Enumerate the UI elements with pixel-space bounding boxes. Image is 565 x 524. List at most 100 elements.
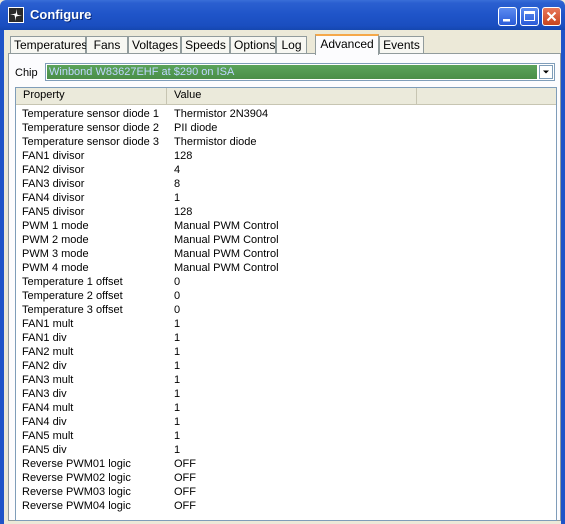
property-cell: FAN3 div — [22, 388, 67, 400]
value-cell: 128 — [174, 206, 193, 218]
list-item[interactable]: FAN5 mult 1 — [16, 429, 556, 443]
list-item[interactable]: FAN4 mult 1 — [16, 401, 556, 415]
list-item[interactable]: FAN3 mult 1 — [16, 373, 556, 387]
tab-advanced[interactable]: Advanced — [315, 34, 379, 55]
window-frame-left — [0, 30, 4, 524]
list-item[interactable]: FAN4 divisor 1 — [16, 191, 556, 205]
list-item[interactable]: FAN3 div 1 — [16, 387, 556, 401]
list-item[interactable]: PWM 4 mode Manual PWM Control — [16, 261, 556, 275]
property-cell: FAN1 divisor — [22, 150, 85, 162]
tab-temperatures[interactable]: Temperatures — [10, 36, 87, 54]
property-cell: FAN3 divisor — [22, 178, 85, 190]
value-cell: OFF — [174, 500, 196, 512]
chip-select[interactable]: Winbond W83627EHF at $290 on ISA — [45, 63, 555, 81]
minimize-icon — [503, 19, 510, 22]
window-frame-right — [561, 30, 565, 524]
dropdown-button[interactable] — [539, 65, 553, 79]
list-item[interactable]: Reverse PWM03 logic OFF — [16, 485, 556, 499]
value-cell: 1 — [174, 346, 181, 358]
value-cell: 1 — [174, 318, 181, 330]
tab-events[interactable]: Events — [379, 36, 424, 54]
close-button[interactable] — [542, 7, 561, 26]
property-cell: FAN2 mult — [22, 346, 74, 358]
property-cell: PWM 4 mode — [22, 262, 89, 274]
tab-fans[interactable]: Fans — [86, 36, 128, 54]
value-cell: 1 — [174, 444, 181, 456]
value-cell: 1 — [174, 402, 181, 414]
list-item[interactable]: FAN2 mult 1 — [16, 345, 556, 359]
list-item[interactable]: Temperature 3 offset 0 — [16, 303, 556, 317]
list-item[interactable]: Reverse PWM01 logic OFF — [16, 457, 556, 471]
list-item[interactable]: FAN4 div 1 — [16, 415, 556, 429]
list-item[interactable]: Reverse PWM02 logic OFF — [16, 471, 556, 485]
property-cell: FAN1 mult — [22, 318, 74, 330]
list-item[interactable]: PWM 1 mode Manual PWM Control — [16, 219, 556, 233]
column-header-empty — [417, 88, 556, 104]
list-item[interactable]: PWM 2 mode Manual PWM Control — [16, 233, 556, 247]
list-item[interactable]: FAN2 div 1 — [16, 359, 556, 373]
list-item[interactable]: Temperature sensor diode 2 PII diode — [16, 121, 556, 135]
tab-speeds[interactable]: Speeds — [181, 36, 230, 54]
property-cell: PWM 3 mode — [22, 248, 89, 260]
value-cell: 1 — [174, 192, 181, 204]
value-cell: 1 — [174, 430, 181, 442]
list-item[interactable]: Temperature 1 offset 0 — [16, 275, 556, 289]
property-cell: Temperature 2 offset — [22, 290, 123, 302]
list-item[interactable]: FAN5 div 1 — [16, 443, 556, 457]
value-cell: Manual PWM Control — [174, 234, 279, 246]
value-cell: 1 — [174, 416, 181, 428]
list-item[interactable]: FAN1 divisor 128 — [16, 149, 556, 163]
close-icon — [546, 11, 557, 22]
chevron-down-icon — [543, 70, 549, 74]
value-cell: OFF — [174, 472, 196, 484]
minimize-button[interactable] — [498, 7, 517, 26]
property-cell: Reverse PWM04 logic — [22, 500, 131, 512]
list-item[interactable]: FAN5 divisor 128 — [16, 205, 556, 219]
column-header-value[interactable]: Value — [167, 88, 417, 104]
property-cell: FAN5 divisor — [22, 206, 85, 218]
list-header: Property Value — [16, 88, 556, 105]
list-item[interactable]: FAN3 divisor 8 — [16, 177, 556, 191]
value-cell: Manual PWM Control — [174, 248, 279, 260]
value-cell: Thermistor 2N3904 — [174, 108, 269, 120]
list-rows: Temperature sensor diode 1 Thermistor 2N3… — [16, 107, 556, 513]
property-cell: Temperature 3 offset — [22, 304, 123, 316]
value-cell: 1 — [174, 388, 181, 400]
property-cell: FAN4 div — [22, 416, 67, 428]
tab-options[interactable]: Options — [230, 36, 276, 54]
title-bar[interactable]: Configure — [0, 0, 565, 30]
property-cell: FAN4 mult — [22, 402, 74, 414]
value-cell: 0 — [174, 304, 181, 316]
list-item[interactable]: Temperature 2 offset 0 — [16, 289, 556, 303]
chip-label: Chip — [15, 67, 38, 79]
property-cell: PWM 2 mode — [22, 234, 89, 246]
maximize-button[interactable] — [520, 7, 539, 26]
value-cell: 0 — [174, 276, 181, 288]
list-item[interactable]: Temperature sensor diode 1 Thermistor 2N3… — [16, 107, 556, 121]
value-cell: 1 — [174, 374, 181, 386]
property-cell: PWM 1 mode — [22, 220, 89, 232]
property-cell: FAN2 divisor — [22, 164, 85, 176]
value-cell: Manual PWM Control — [174, 220, 279, 232]
property-cell: FAN2 div — [22, 360, 67, 372]
list-item[interactable]: Temperature sensor diode 3 Thermistor dio… — [16, 135, 556, 149]
list-item[interactable]: FAN1 mult 1 — [16, 317, 556, 331]
property-cell: FAN5 div — [22, 444, 67, 456]
tab-voltages[interactable]: Voltages — [128, 36, 181, 54]
property-list[interactable]: Property Value Temperature sensor diode … — [15, 87, 557, 521]
value-cell: Manual PWM Control — [174, 262, 279, 274]
list-item[interactable]: Reverse PWM04 logic OFF — [16, 499, 556, 513]
value-cell: 1 — [174, 332, 181, 344]
window-title: Configure — [30, 7, 92, 22]
value-cell: 8 — [174, 178, 181, 190]
property-cell: Temperature 1 offset — [22, 276, 123, 288]
tab-log[interactable]: Log — [276, 36, 307, 54]
property-cell: FAN4 divisor — [22, 192, 85, 204]
value-cell: OFF — [174, 486, 196, 498]
list-item[interactable]: PWM 3 mode Manual PWM Control — [16, 247, 556, 261]
value-cell: 4 — [174, 164, 181, 176]
list-item[interactable]: FAN2 divisor 4 — [16, 163, 556, 177]
list-item[interactable]: FAN1 div 1 — [16, 331, 556, 345]
property-cell: Temperature sensor diode 2 — [22, 122, 159, 134]
column-header-property[interactable]: Property — [16, 88, 167, 104]
